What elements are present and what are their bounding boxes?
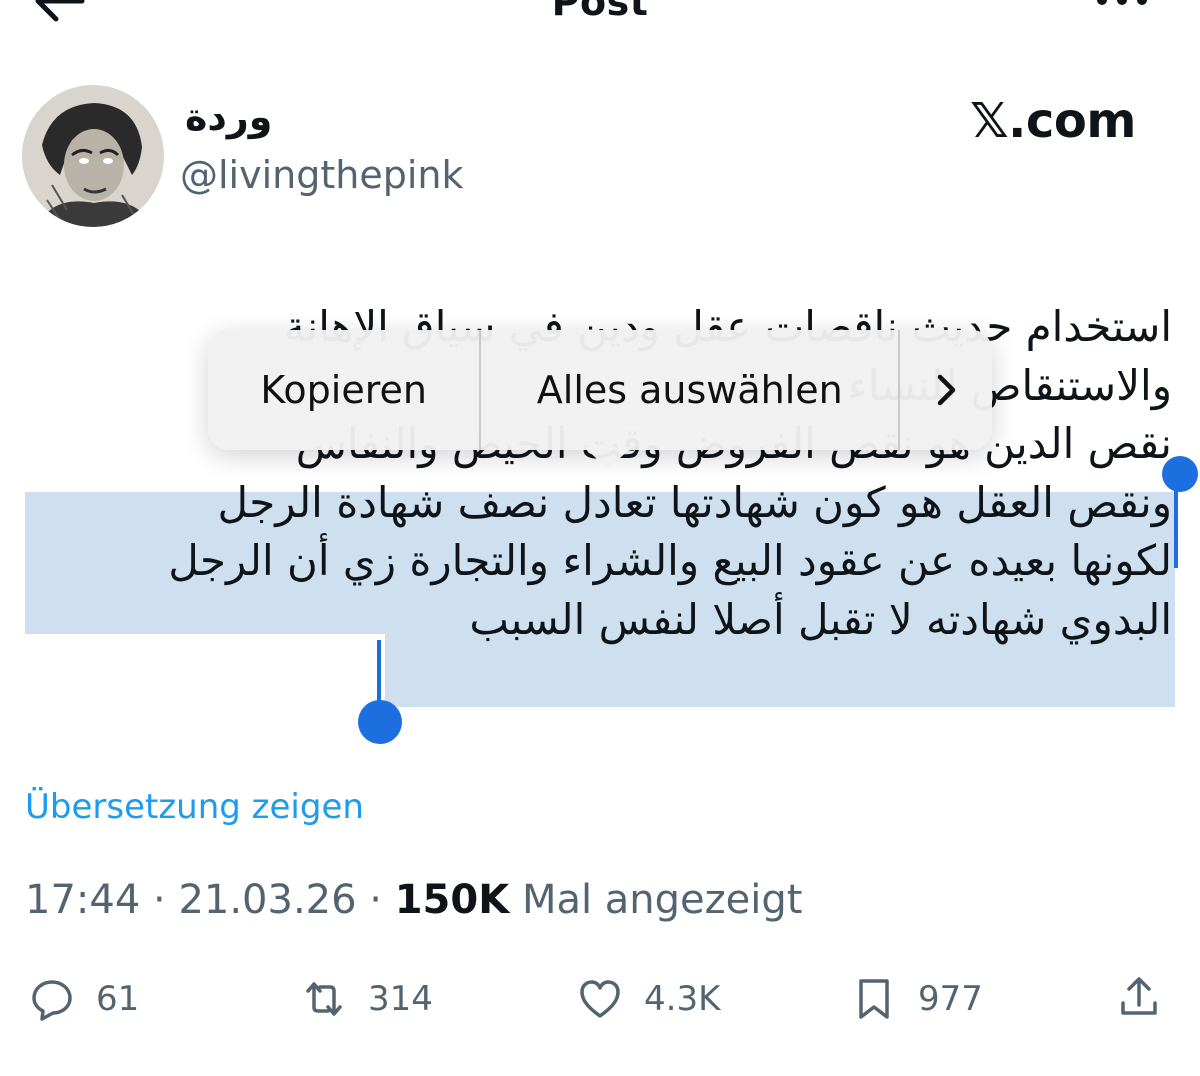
more-icon[interactable]: [1092, 0, 1152, 32]
reply-button[interactable]: 61: [28, 975, 139, 1023]
page-title: Post: [551, 0, 649, 24]
reply-icon: [32, 980, 72, 1021]
like-button[interactable]: 4.3K: [576, 975, 720, 1023]
selection-end-handle[interactable]: [358, 700, 402, 744]
repost-icon: [306, 982, 342, 1016]
post-meta: 17:44 · 21.03.26 · 150K Mal angezeigt: [25, 877, 802, 923]
tweet-line: ونقص العقل هو كون شهادتها تعادل نصف شهاد…: [217, 477, 1172, 527]
selection-start-handle[interactable]: [1162, 456, 1198, 492]
select-all-button[interactable]: Alles auswählen: [481, 330, 898, 450]
avatar[interactable]: [22, 85, 164, 227]
author-handle[interactable]: @livingthepink: [180, 153, 464, 197]
view-count[interactable]: 150K: [395, 877, 510, 923]
meta-separator: ·: [153, 877, 166, 923]
heart-icon: [580, 980, 620, 1018]
share-icon: [1121, 977, 1157, 1015]
bookmark-icon: [859, 979, 889, 1019]
bookmark-count: 977: [918, 979, 983, 1019]
tweet-line: البدوي شهادته لا تقبل أصلا لنفس السبب: [469, 594, 1172, 644]
meta-separator: ·: [369, 877, 382, 923]
repost-button[interactable]: 314: [300, 975, 433, 1023]
show-translation-link[interactable]: Übersetzung zeigen: [25, 787, 364, 827]
like-count: 4.3K: [644, 979, 721, 1019]
reply-count: 61: [96, 979, 140, 1019]
post-time: 17:44: [25, 877, 141, 923]
repost-count: 314: [368, 979, 433, 1019]
view-label: Mal angezeigt: [521, 877, 803, 923]
copy-button[interactable]: Kopieren: [208, 330, 479, 450]
share-button[interactable]: [1115, 973, 1183, 1021]
post-date: 21.03.26: [178, 877, 357, 923]
x-brand-logo: 𝕏.com: [970, 93, 1136, 149]
selection-start-handle-bar[interactable]: [1174, 480, 1178, 568]
chevron-right-icon[interactable]: [900, 330, 992, 450]
text-context-menu: Kopieren Alles auswählen: [208, 330, 992, 450]
tweet-line: لكونها بعيده عن عقود البيع والشراء والتج…: [168, 536, 1172, 585]
author-display-name[interactable]: وردة: [185, 95, 272, 139]
context-menu-pointer: [584, 447, 632, 469]
bookmark-button[interactable]: 977: [850, 975, 983, 1023]
